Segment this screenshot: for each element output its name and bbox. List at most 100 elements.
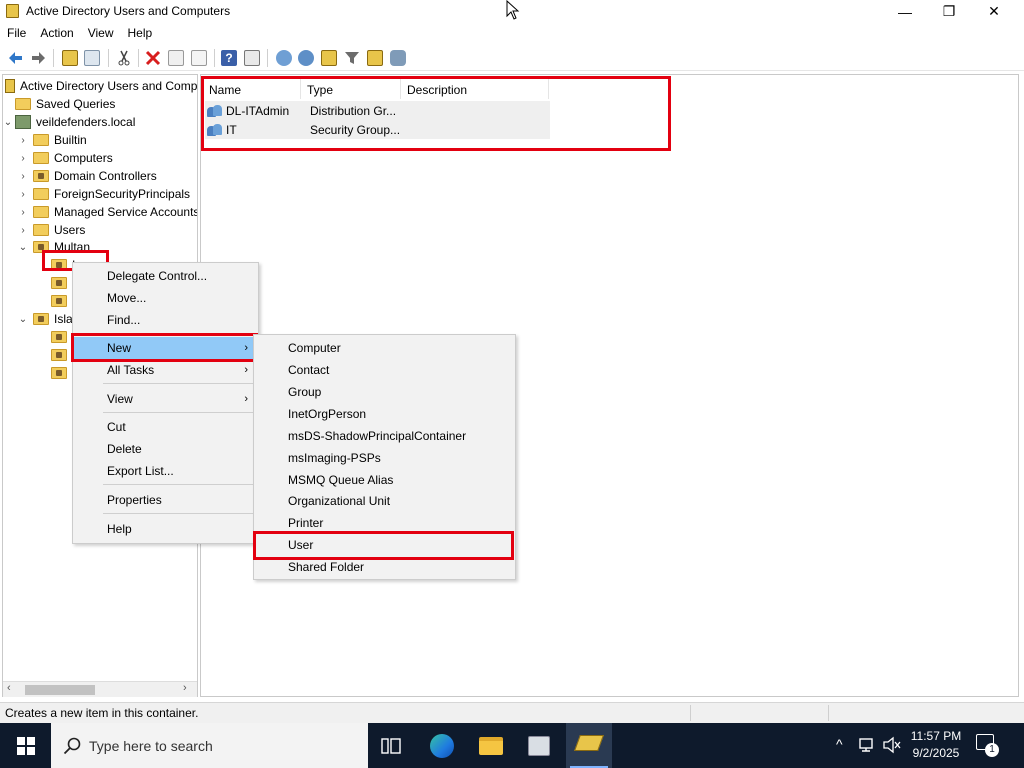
new-computer-item[interactable]: Computer <box>254 337 515 359</box>
menu-view[interactable]: View <box>81 23 121 44</box>
tree-item-foreign-security-principals[interactable]: › ForeignSecurityPrincipals <box>17 185 190 203</box>
cut-icon[interactable] <box>116 50 132 66</box>
tree-item-domain-controllers[interactable]: › Domain Controllers <box>17 167 157 185</box>
menu-item-help[interactable]: Help <box>73 518 258 540</box>
taskbar-active-ad-app[interactable] <box>566 723 612 768</box>
restore-button[interactable]: ❐ <box>926 0 972 23</box>
properties-icon[interactable] <box>168 50 184 66</box>
back-arrow-icon[interactable] <box>8 50 24 66</box>
filter-icon[interactable] <box>344 50 360 66</box>
up-folder-icon[interactable] <box>62 50 78 66</box>
menu-item-move[interactable]: Move... <box>73 287 258 309</box>
chevron-right-icon[interactable]: › <box>17 135 29 146</box>
tree-item-users[interactable]: › Users <box>17 221 85 239</box>
tree-item-builtin[interactable]: › Builtin <box>17 131 87 149</box>
new-shadow-principal-container-item[interactable]: msDS-ShadowPrincipalContainer <box>254 425 515 447</box>
taskbar-search-box[interactable]: Type here to search <box>51 723 368 768</box>
notification-center-icon[interactable]: 1 <box>976 734 999 757</box>
edge-browser-icon[interactable] <box>427 731 457 761</box>
chevron-up-icon[interactable]: ^ <box>836 736 843 752</box>
ou-icon <box>33 170 49 182</box>
highlight-box-list <box>201 76 671 151</box>
tree-horizontal-scrollbar[interactable]: ‹ › <box>3 681 197 697</box>
menu-item-delegate-control[interactable]: Delegate Control... <box>73 265 258 287</box>
new-contact-item[interactable]: Contact <box>254 359 515 381</box>
menu-item-properties[interactable]: Properties <box>73 489 258 511</box>
new-ou-icon[interactable] <box>321 50 337 66</box>
chevron-down-icon[interactable]: ⌄ <box>3 117 13 128</box>
search-icon <box>63 737 81 754</box>
status-bar: Creates a new item in this container. <box>0 702 1024 723</box>
server-manager-icon[interactable] <box>524 731 554 761</box>
forward-arrow-icon[interactable] <box>30 50 46 66</box>
menu-bar: File Action View Help <box>0 23 1024 44</box>
tree-item-label: Managed Service Accounts <box>54 205 198 219</box>
tree-item-label: Domain Controllers <box>54 169 157 183</box>
show-hide-tree-icon[interactable] <box>84 50 100 66</box>
new-user-icon[interactable] <box>276 50 292 66</box>
tree-item-isla-child[interactable] <box>51 364 72 382</box>
taskbar-clock[interactable]: 11:57 PM 9/2/2025 <box>908 728 964 762</box>
tree-root[interactable]: Active Directory Users and Compu <box>5 77 197 95</box>
close-button[interactable]: ✕ <box>971 0 1017 23</box>
network-icon[interactable] <box>858 736 876 754</box>
menu-item-delete[interactable]: Delete <box>73 438 258 460</box>
menu-item-find[interactable]: Find... <box>73 309 258 331</box>
chevron-right-icon[interactable]: › <box>17 207 29 218</box>
task-view-icon[interactable] <box>376 731 406 761</box>
tree-item-saved-queries[interactable]: Saved Queries <box>15 95 115 113</box>
ad-app-icon <box>6 4 19 18</box>
file-explorer-icon[interactable] <box>476 731 506 761</box>
windows-start-icon[interactable] <box>17 737 35 755</box>
volume-muted-icon[interactable] <box>882 736 902 754</box>
new-inetorgperson-item[interactable]: InetOrgPerson <box>254 403 515 425</box>
scroll-thumb[interactable] <box>25 685 95 695</box>
chevron-right-icon[interactable]: › <box>17 171 29 182</box>
menu-item-label: View <box>107 392 133 406</box>
tree-item-domain[interactable]: ⌄ veildefenders.local <box>3 113 135 131</box>
tree-item-isla[interactable]: ⌄ Isla <box>17 310 73 328</box>
menu-action[interactable]: Action <box>33 23 80 44</box>
chevron-right-icon[interactable]: › <box>17 189 29 200</box>
ou-icon <box>51 331 67 343</box>
chevron-down-icon[interactable]: ⌄ <box>17 242 29 253</box>
tree-item-isla-child[interactable] <box>51 346 72 364</box>
new-msmq-queue-alias-item[interactable]: MSMQ Queue Alias <box>254 469 515 491</box>
find-icon[interactable] <box>367 50 383 66</box>
ad-app-icon <box>574 735 604 751</box>
minimize-button[interactable]: — <box>882 0 928 23</box>
highlight-box-new <box>71 333 258 362</box>
new-organizational-unit-item[interactable]: Organizational Unit <box>254 490 515 512</box>
chevron-right-icon[interactable]: › <box>17 153 29 164</box>
menu-item-export-list[interactable]: Export List... <box>73 460 258 482</box>
new-group-icon[interactable] <box>298 50 314 66</box>
menu-item-all-tasks[interactable]: All Tasks › <box>73 359 258 381</box>
mouse-cursor-icon <box>506 0 520 20</box>
add-to-group-icon[interactable] <box>390 50 406 66</box>
chevron-right-icon: › <box>244 364 248 376</box>
delete-icon[interactable] <box>145 50 161 66</box>
export-list-icon[interactable] <box>191 50 207 66</box>
chevron-down-icon[interactable]: ⌄ <box>17 314 29 325</box>
tree-item-isla-child[interactable] <box>51 328 72 346</box>
help-icon[interactable]: ? <box>221 50 237 66</box>
tree-item-label: Builtin <box>54 133 87 147</box>
scroll-left-icon[interactable]: ‹ <box>7 682 11 694</box>
folder-icon <box>33 224 49 236</box>
menu-help[interactable]: Help <box>121 23 160 44</box>
tree-item-multan-child[interactable] <box>51 274 72 292</box>
tree-item-computers[interactable]: › Computers <box>17 149 112 167</box>
highlight-box-user <box>253 531 514 560</box>
chevron-right-icon[interactable]: › <box>17 225 29 236</box>
menu-file[interactable]: File <box>0 23 33 44</box>
context-menu: Delegate Control... Move... Find... New … <box>72 262 259 544</box>
tree-item-multan-child[interactable] <box>51 292 72 310</box>
menu-item-cut[interactable]: Cut <box>73 416 258 438</box>
menu-item-view[interactable]: View › <box>73 388 258 410</box>
tree-item-managed-service-accounts[interactable]: › Managed Service Accounts <box>17 203 198 221</box>
new-group-item[interactable]: Group <box>254 381 515 403</box>
ou-icon <box>51 367 67 379</box>
new-msimaging-psps-item[interactable]: msImaging-PSPs <box>254 447 515 469</box>
scroll-right-icon[interactable]: › <box>183 682 187 694</box>
view-icon[interactable] <box>244 50 260 66</box>
